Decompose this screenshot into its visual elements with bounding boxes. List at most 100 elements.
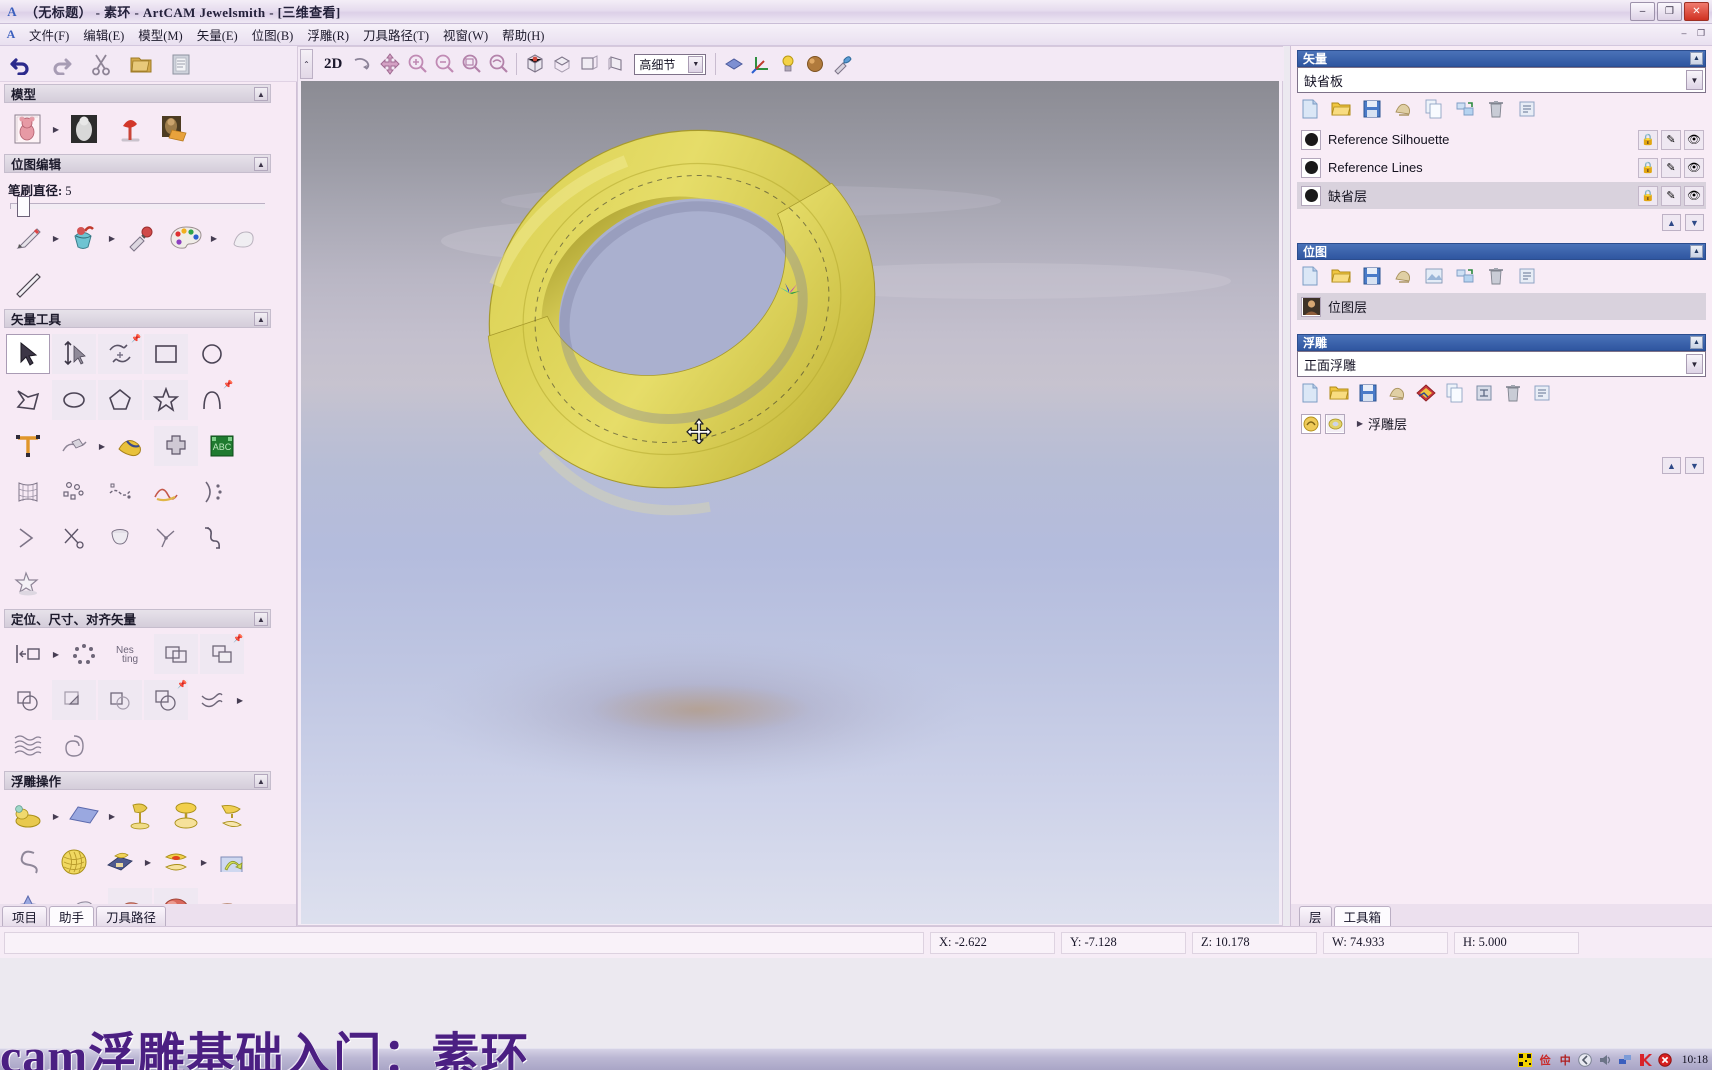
undo-icon[interactable]	[8, 51, 34, 77]
taskbar-clock[interactable]: 10:18	[1682, 1054, 1708, 1066]
model-image-icon[interactable]	[154, 109, 198, 149]
text-tool-icon[interactable]	[6, 426, 50, 466]
add-node-icon[interactable]	[154, 426, 198, 466]
compress-relief-icon[interactable]	[1473, 382, 1495, 404]
dome-caret-icon[interactable]: ▶	[200, 858, 208, 867]
relief-layer-expand-icon[interactable]: ▶	[1356, 419, 1364, 428]
paint-relief-icon[interactable]	[829, 51, 855, 77]
mdi-restore-button[interactable]: ❐	[1694, 26, 1708, 40]
menu-relief[interactable]: 浮雕(R)	[300, 23, 356, 46]
tray-kingsoft-icon[interactable]	[1638, 1052, 1653, 1067]
tray-volume-icon[interactable]	[1598, 1052, 1613, 1067]
section-header-model[interactable]: 模型 ▲	[4, 84, 271, 103]
menu-model[interactable]: 模型(M)	[131, 23, 189, 46]
open-relief-icon[interactable]	[1328, 382, 1350, 404]
rotate-view-icon[interactable]	[350, 51, 376, 77]
new-layer-icon[interactable]	[1299, 98, 1321, 120]
s-curve-icon[interactable]	[6, 842, 50, 882]
moulding-icon[interactable]	[190, 518, 234, 558]
layer-row-reference-silhouette[interactable]: Reference Silhouette 🔒 ✎ 👁	[1297, 126, 1706, 153]
layer-edit-icon-2[interactable]: ✎	[1661, 157, 1681, 178]
open-layer-icon[interactable]	[1330, 98, 1352, 120]
menu-help[interactable]: 帮助(H)	[495, 23, 551, 46]
spiral-icon[interactable]	[52, 726, 96, 766]
texture-caret-icon[interactable]: ▶	[144, 858, 152, 867]
zoom-in-icon[interactable]	[404, 51, 430, 77]
duplicate-relief-icon[interactable]	[1444, 382, 1466, 404]
select-arrow-icon[interactable]	[6, 334, 50, 374]
vector-collapse-icon[interactable]: ▲	[1690, 52, 1703, 65]
redo-icon[interactable]	[48, 51, 74, 77]
layer-lock-icon[interactable]: 🔒	[1638, 129, 1658, 150]
section-header-position-size-align[interactable]: 定位、尺寸、对齐矢量 ▲	[4, 609, 271, 628]
mdi-minimize-button[interactable]: –	[1677, 26, 1691, 40]
shape-editor-icon[interactable]	[6, 796, 50, 836]
relief-combo-chevron-down-icon[interactable]: ▼	[1686, 354, 1703, 374]
relief-layer-combo[interactable]: 正面浮雕 ▼	[1297, 351, 1706, 377]
layer-lock-icon-3[interactable]: 🔒	[1638, 185, 1658, 206]
zoom-fit-icon[interactable]	[485, 51, 511, 77]
bitmap-preview-icon[interactable]	[1423, 265, 1445, 287]
arc-icon[interactable]: 📌	[190, 380, 234, 420]
trim-vectors-icon[interactable]: 📌	[144, 680, 188, 720]
paint-bucket-icon[interactable]	[62, 218, 106, 258]
layer-visible-icon[interactable]: 👁	[1684, 129, 1704, 150]
menu-toolpath[interactable]: 刀具路径(T)	[356, 23, 436, 46]
pencil-caret-icon[interactable]: ▶	[52, 234, 60, 243]
move-layer-up-icon[interactable]: ▲	[1662, 214, 1681, 231]
subtract-icon[interactable]	[52, 680, 96, 720]
cut-icon[interactable]	[88, 51, 114, 77]
dome-relief-icon[interactable]	[154, 842, 198, 882]
extrude-relief-icon[interactable]	[118, 796, 162, 836]
ribbon-icon[interactable]	[108, 426, 152, 466]
import-model-icon[interactable]	[108, 109, 152, 149]
relief-layer-mode-icon[interactable]	[1301, 413, 1321, 434]
collapse-model-icon[interactable]: ▲	[254, 87, 268, 101]
tab-assistant[interactable]: 助手	[49, 906, 95, 926]
zoom-window-icon[interactable]	[458, 51, 484, 77]
menu-window[interactable]: 视窗(W)	[436, 23, 495, 46]
layer-lock-icon-2[interactable]: 🔒	[1638, 157, 1658, 178]
duplicate-layer-icon[interactable]	[1423, 98, 1445, 120]
merge-bitmap-icon[interactable]	[1454, 265, 1476, 287]
tab-layers[interactable]: 层	[1299, 906, 1332, 926]
brush-diameter-slider[interactable]	[10, 196, 265, 217]
eraser-icon[interactable]	[220, 218, 264, 258]
text-on-curve-icon[interactable]	[52, 426, 96, 466]
text-curve-caret-icon[interactable]: ▶	[98, 442, 106, 451]
palette-icon[interactable]	[164, 218, 208, 258]
side-view-icon[interactable]	[603, 51, 629, 77]
new-model-icon[interactable]	[6, 109, 50, 149]
layer-row-bitmap[interactable]: 位图层	[1297, 293, 1706, 320]
tab-toolpath[interactable]: 刀具路径	[96, 906, 167, 926]
curve-fit-icon[interactable]	[98, 472, 142, 512]
nesting-icon[interactable]: Nes ting	[108, 634, 152, 674]
tab-project[interactable]: 项目	[2, 906, 48, 926]
layer-visible-icon-2[interactable]: 👁	[1684, 157, 1704, 178]
copy-icon[interactable]	[128, 51, 154, 77]
relief-clipart-icon[interactable]	[1415, 382, 1437, 404]
save-layer-icon[interactable]	[1361, 98, 1383, 120]
tab-toolbox[interactable]: 工具箱	[1333, 906, 1392, 926]
new-relief-icon[interactable]	[1299, 382, 1321, 404]
chevron-down-icon[interactable]: ▼	[688, 55, 704, 73]
minimize-button[interactable]: –	[1630, 2, 1655, 21]
layer-color-swatch[interactable]	[1301, 129, 1321, 150]
node-edit-icon[interactable]	[52, 334, 96, 374]
join-icon[interactable]	[144, 518, 188, 558]
model-caret-icon[interactable]: ▶	[52, 125, 60, 134]
smooth-relief-icon[interactable]	[62, 888, 106, 904]
vector-combo-chevron-down-icon[interactable]: ▼	[1686, 70, 1703, 90]
intersect-icon[interactable]	[98, 680, 142, 720]
save-relief-icon[interactable]	[1357, 382, 1379, 404]
right-section-header-bitmap[interactable]: 位图 ▲	[1297, 243, 1706, 260]
relief-props-icon[interactable]	[1531, 382, 1553, 404]
rectangle-icon[interactable]	[144, 334, 188, 374]
menu-edit[interactable]: 编辑(E)	[76, 23, 131, 46]
move-relief-up-icon[interactable]: ▲	[1662, 457, 1681, 474]
shade-relief-icon[interactable]	[721, 51, 747, 77]
delete-relief-icon[interactable]	[1502, 382, 1524, 404]
layer-color-swatch-3[interactable]	[1301, 185, 1321, 206]
align-left-icon[interactable]	[6, 634, 50, 674]
abc-block-icon[interactable]: ABC	[200, 426, 244, 466]
